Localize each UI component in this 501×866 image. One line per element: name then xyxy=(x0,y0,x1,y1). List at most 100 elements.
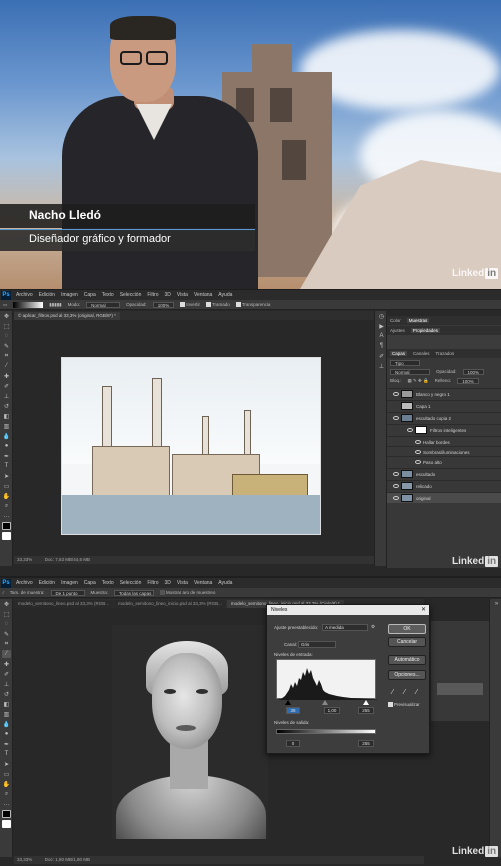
fill-field[interactable]: 100% xyxy=(457,377,479,384)
tab-muestras[interactable]: Muestras xyxy=(406,318,430,323)
input-white-field[interactable]: 255 xyxy=(358,707,374,714)
layer-opacity-field[interactable]: 100% xyxy=(462,368,485,375)
gradient-swatch[interactable] xyxy=(13,301,44,308)
preset-options-icon[interactable]: ⚙ xyxy=(371,624,375,630)
tab-capas[interactable]: Capas xyxy=(390,351,408,356)
character-panel-icon[interactable]: A xyxy=(377,332,386,340)
menu-ventana[interactable]: Ventana xyxy=(194,292,212,298)
white-point-eyedropper-icon[interactable]: ⁄ xyxy=(416,689,417,696)
menu-seleccion[interactable]: Selección xyxy=(120,292,142,298)
layer-row[interactable]: relicado xyxy=(387,480,501,491)
healing-tool-icon[interactable]: ✚ xyxy=(2,660,11,668)
output-gradient-bar[interactable] xyxy=(276,729,376,734)
tab-color[interactable]: Color xyxy=(390,318,401,323)
zoom-tool-icon[interactable]: ⌕ xyxy=(2,790,11,798)
gradient-tool-icon[interactable]: ▥ xyxy=(2,710,11,718)
brush-tool-icon[interactable]: ✐ xyxy=(2,382,11,390)
zoom-tool-icon[interactable]: ⌕ xyxy=(2,502,11,510)
layer-row[interactable]: Blanco y negro 1 xyxy=(387,388,501,399)
blend-mode-select[interactable]: Normal xyxy=(390,368,430,375)
move-tool-icon[interactable]: ✥ xyxy=(2,312,11,320)
mode-select[interactable]: Normal xyxy=(86,301,121,308)
panel-collapse-icon[interactable]: » xyxy=(492,600,501,608)
menu-edicion[interactable]: Edición xyxy=(39,292,55,298)
history-panel-icon[interactable]: ◷ xyxy=(377,312,386,320)
gradient-tool-icon[interactable]: ▭ xyxy=(3,302,7,308)
menu-filtro[interactable]: Filtro xyxy=(147,292,158,298)
path-select-tool-icon[interactable]: ➤ xyxy=(2,760,11,768)
eraser-tool-icon[interactable]: ◧ xyxy=(2,700,11,708)
invert-checkbox[interactable]: Invertir xyxy=(180,302,200,308)
quick-select-tool-icon[interactable]: ✎ xyxy=(2,342,11,350)
visibility-eye-icon[interactable] xyxy=(393,404,399,408)
menu-capa[interactable]: Capa xyxy=(84,292,96,298)
visibility-eye-icon[interactable] xyxy=(393,496,399,500)
foreground-color-swatch[interactable] xyxy=(2,810,11,818)
type-tool-icon[interactable]: T xyxy=(2,750,11,758)
channel-select[interactable]: Gris xyxy=(298,641,336,648)
background-color-swatch[interactable] xyxy=(2,820,11,828)
input-gamma-field[interactable]: 1,00 xyxy=(324,707,340,714)
more-tools-icon[interactable]: … xyxy=(2,800,11,808)
preset-select[interactable]: A medida xyxy=(322,624,368,631)
layer-row[interactable]: escultado copia 2 xyxy=(387,412,501,423)
transparency-checkbox[interactable]: Transparencia xyxy=(235,302,270,308)
menu-ventana[interactable]: Ventana xyxy=(194,580,212,586)
paragraph-panel-icon[interactable]: ¶ xyxy=(377,342,386,350)
tab-ajustes[interactable]: Ajustes xyxy=(390,328,405,333)
black-point-eyedropper-icon[interactable]: ⁄ xyxy=(392,689,393,696)
marquee-tool-icon[interactable]: ⬚ xyxy=(2,610,11,618)
brush-panel-icon[interactable]: ✐ xyxy=(377,352,386,360)
zoom-level[interactable]: 33,33% xyxy=(17,557,32,562)
menu-filtro[interactable]: Filtro xyxy=(147,580,158,586)
tab-modelo-semitono[interactable]: modelo_semitono_lineo.psd al 33,3% (RGB.… xyxy=(14,600,114,608)
eyedropper-option-icon[interactable]: ⁄ xyxy=(3,590,4,595)
shape-tool-icon[interactable]: ▭ xyxy=(2,770,11,778)
type-tool-icon[interactable]: T xyxy=(2,462,11,470)
menu-vista[interactable]: Vista xyxy=(177,580,188,586)
options-button[interactable]: Opciones... xyxy=(388,670,426,680)
smart-filter-row[interactable]: Paso alto xyxy=(387,456,501,467)
menu-vista[interactable]: Vista xyxy=(177,292,188,298)
input-black-slider[interactable] xyxy=(285,700,291,705)
crop-tool-icon[interactable]: ⌗ xyxy=(2,352,11,360)
input-white-slider[interactable] xyxy=(363,700,369,705)
eyedropper-tool-icon[interactable]: ⁄ xyxy=(2,362,11,370)
lock-icons[interactable]: ▦ ✎ ✥ 🔒 xyxy=(408,378,429,384)
zoom-level[interactable]: 33,33% xyxy=(17,857,32,862)
selected-layer-row[interactable] xyxy=(437,683,483,695)
marquee-tool-icon[interactable]: ⬚ xyxy=(2,322,11,330)
tab-trazados[interactable]: Trazados xyxy=(436,351,455,356)
stamp-tool-icon[interactable]: ⊥ xyxy=(2,680,11,688)
gray-point-eyedropper-icon[interactable]: ⁄ xyxy=(404,689,405,696)
output-white-field[interactable]: 255 xyxy=(358,740,374,747)
crop-tool-icon[interactable]: ⌗ xyxy=(2,640,11,648)
layer-row[interactable]: original xyxy=(387,492,501,503)
sample-size-select[interactable]: De 1 punto xyxy=(50,589,85,596)
layer-row[interactable]: Capa 1 xyxy=(387,400,501,411)
background-color-swatch[interactable] xyxy=(2,532,11,540)
pen-tool-icon[interactable]: ✒ xyxy=(2,452,11,460)
quick-select-tool-icon[interactable]: ✎ xyxy=(2,630,11,638)
healing-tool-icon[interactable]: ✚ xyxy=(2,372,11,380)
menu-seleccion[interactable]: Selección xyxy=(120,580,142,586)
input-black-field[interactable]: 38 xyxy=(286,707,300,714)
gradient-tool-icon[interactable]: ▥ xyxy=(2,422,11,430)
eyedropper-tool-icon[interactable]: ⁄ xyxy=(2,650,11,658)
menu-texto[interactable]: Texto xyxy=(102,292,114,298)
tab-aplicar-filtros[interactable]: © aplicar_filtros.psd al 33,3% (original… xyxy=(14,312,120,320)
layer-filter-select[interactable]: Tipo xyxy=(390,359,420,366)
dodge-tool-icon[interactable]: ● xyxy=(2,442,11,450)
foreground-color-swatch[interactable] xyxy=(2,522,11,530)
visibility-eye-icon[interactable] xyxy=(393,416,399,420)
close-icon[interactable]: ✕ xyxy=(421,605,426,615)
eraser-tool-icon[interactable]: ◧ xyxy=(2,412,11,420)
blur-tool-icon[interactable]: 💧 xyxy=(2,720,11,728)
dialog-titlebar[interactable]: Niveles ✕ xyxy=(267,605,429,615)
actions-panel-icon[interactable]: ▶ xyxy=(377,322,386,330)
path-select-tool-icon[interactable]: ➤ xyxy=(2,472,11,480)
visibility-eye-icon[interactable] xyxy=(393,392,399,396)
pen-tool-icon[interactable]: ✒ xyxy=(2,740,11,748)
visibility-eye-icon[interactable] xyxy=(393,484,399,488)
visibility-eye-icon[interactable] xyxy=(415,450,421,454)
